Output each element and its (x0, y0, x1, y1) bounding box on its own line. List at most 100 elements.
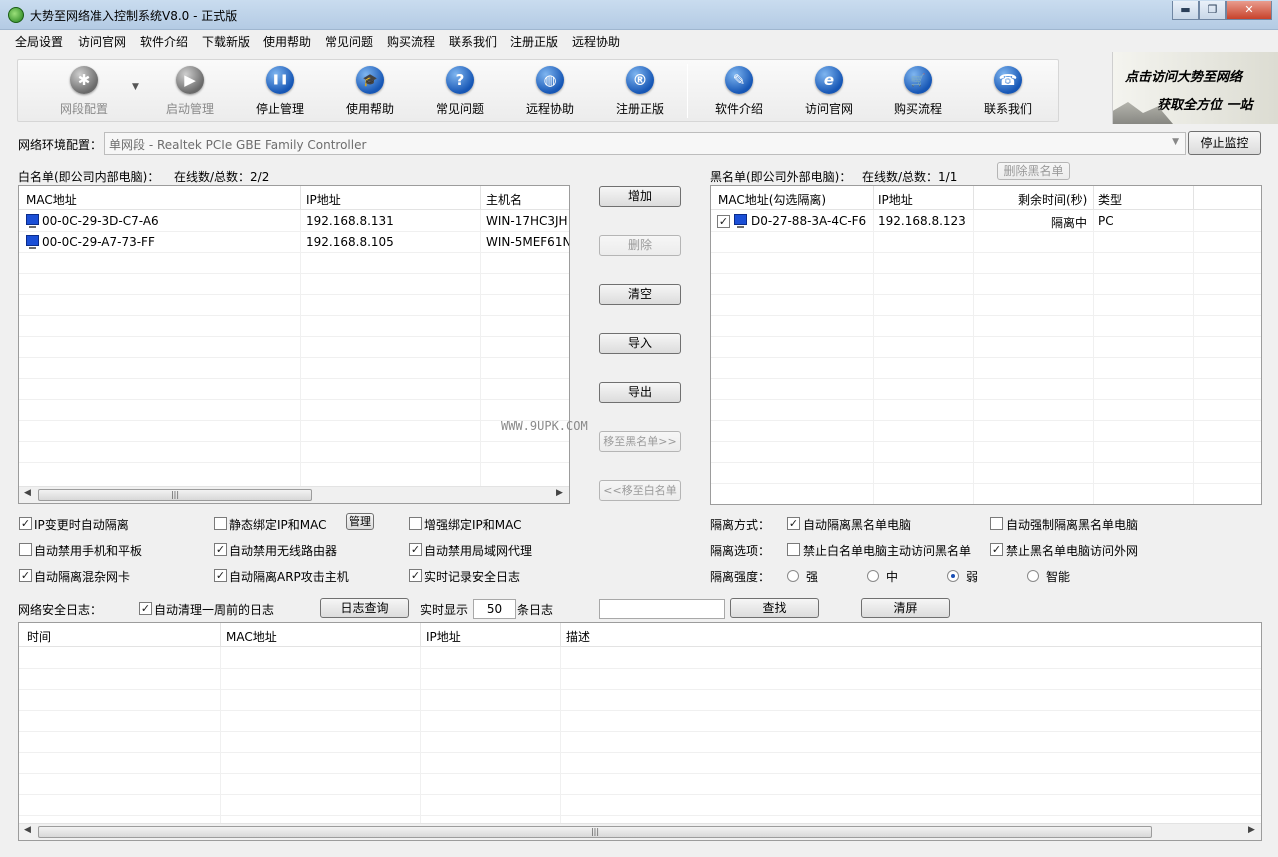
toolbar-faq[interactable]: ? 常见问题 (420, 64, 500, 120)
menu-register[interactable]: 注册正版 (510, 33, 558, 50)
strength-weak-radio[interactable] (947, 570, 959, 582)
delete-button[interactable]: 删除 (599, 235, 681, 256)
scroll-thumb[interactable]: ||| (38, 489, 312, 501)
menu-contact[interactable]: 联系我们 (449, 33, 497, 50)
security-log-label: 网络安全日志： (18, 603, 103, 617)
menu-purchase[interactable]: 购买流程 (387, 33, 435, 50)
delete-blacklist-button[interactable]: 删除黑名单 (997, 162, 1070, 180)
option-label: 自动禁用局域网代理 (424, 544, 533, 558)
blacklist-table[interactable]: MAC地址(勾选隔离) IP地址 剩余时间(秒) 类型 ✓ D0-27-88-3… (710, 185, 1262, 505)
auto-clean-log-checkbox[interactable]: ✓ (139, 602, 152, 615)
scroll-left-icon[interactable]: ◀ (24, 825, 31, 835)
ip-cell: 192.168.8.123 (878, 214, 966, 228)
menu-download[interactable]: 下载新版 (202, 33, 250, 50)
force-isolate-blacklist-checkbox[interactable] (990, 517, 1003, 530)
toolbar-purchase[interactable]: 🛒 购买流程 (878, 64, 958, 120)
minimize-button[interactable]: ▬ (1172, 1, 1199, 20)
scroll-right-icon[interactable]: ▶ (556, 488, 563, 498)
column-header[interactable]: MAC地址 (26, 191, 77, 208)
column-header[interactable]: IP地址 (426, 628, 461, 645)
menu-global-settings[interactable]: 全局设置 (15, 33, 63, 50)
import-button[interactable]: 导入 (599, 333, 681, 354)
isolate-promiscuous-checkbox[interactable]: ✓ (19, 569, 32, 582)
strength-smart-radio[interactable] (1027, 570, 1039, 582)
menu-help[interactable]: 使用帮助 (263, 33, 311, 50)
toolbar-stop-manage[interactable]: ❚❚ 停止管理 (240, 64, 320, 120)
ip-change-isolate-checkbox[interactable]: ✓ (19, 517, 32, 530)
column-header[interactable]: 时间 (27, 628, 51, 645)
toolbar-register[interactable]: ® 注册正版 (600, 64, 680, 120)
blacklist-header: MAC地址(勾选隔离) IP地址 剩余时间(秒) 类型 (711, 186, 1261, 210)
blacklist-title: 黑名单(即公司外部电脑)： (710, 170, 852, 184)
menu-remote-assist[interactable]: 远程协助 (572, 33, 620, 50)
realtime-suffix: 条日志 (517, 603, 554, 617)
whitelist-hscrollbar[interactable]: ◀ ||| ▶ (19, 486, 569, 503)
computer-icon (26, 214, 39, 228)
isolate-arp-attack-checkbox[interactable]: ✓ (214, 569, 227, 582)
network-config-select[interactable]: 单网段 - Realtek PCIe GBE Family Controller… (104, 132, 1186, 155)
phone-icon: ☎ (994, 66, 1022, 94)
toolbar-label: 停止管理 (255, 102, 304, 116)
auto-isolate-blacklist-checkbox[interactable]: ✓ (787, 517, 800, 530)
enhanced-bind-checkbox[interactable] (409, 517, 422, 530)
isolate-checkbox[interactable]: ✓ (717, 215, 730, 228)
manage-button[interactable]: 管理 (346, 513, 374, 530)
search-button[interactable]: 查找 (730, 598, 819, 618)
scroll-left-icon[interactable]: ◀ (24, 488, 31, 498)
column-header[interactable]: MAC地址(勾选隔离) (718, 191, 826, 208)
move-to-whitelist-button[interactable]: <<移至白名单 (599, 480, 681, 501)
option-label: IP变更时自动隔离 (34, 518, 129, 532)
chevron-down-icon[interactable]: ▼ (132, 82, 139, 92)
clear-button[interactable]: 清空 (599, 284, 681, 305)
close-button[interactable]: ✕ (1226, 1, 1272, 20)
log-table[interactable]: 时间 MAC地址 IP地址 描述 ◀ ||| ▶ (18, 622, 1262, 841)
block-mobile-checkbox[interactable] (19, 543, 32, 556)
isolation-strength-label: 隔离强度： (710, 570, 771, 584)
static-bind-checkbox[interactable] (214, 517, 227, 530)
realtime-log-checkbox[interactable]: ✓ (409, 569, 422, 582)
block-lan-proxy-checkbox[interactable]: ✓ (409, 543, 422, 556)
block-white-to-black-checkbox[interactable] (787, 543, 800, 556)
stop-monitor-button[interactable]: 停止监控 (1188, 131, 1261, 155)
blacklist-count: 在线数/总数：1/1 (862, 170, 958, 184)
move-to-blacklist-button[interactable]: 移至黑名单>> (599, 431, 681, 452)
toolbar-software-intro[interactable]: ✎ 软件介绍 (699, 64, 779, 120)
whitelist-table[interactable]: MAC地址 IP地址 主机名 00-0C-29-3D-C7-A6 192.168… (18, 185, 570, 504)
network-config-value: 单网段 - Realtek PCIe GBE Family Controller (109, 138, 367, 152)
strength-strong-radio[interactable] (787, 570, 799, 582)
log-hscrollbar[interactable]: ◀ ||| ▶ (19, 823, 1261, 840)
maximize-button[interactable]: ❐ (1199, 1, 1226, 20)
menu-faq[interactable]: 常见问题 (325, 33, 373, 50)
toolbar-help[interactable]: 🎓 使用帮助 (330, 64, 410, 120)
option-label: 强 (806, 570, 819, 584)
toolbar-visit-website[interactable]: e 访问官网 (789, 64, 869, 120)
menu-software-intro[interactable]: 软件介绍 (140, 33, 188, 50)
column-header[interactable]: 类型 (1098, 191, 1122, 208)
promo-banner[interactable]: 点击访问大势至网络 获取全方位 一站 (1112, 52, 1278, 124)
toolbar-remote-assist[interactable]: ◍ 远程协助 (510, 64, 590, 120)
option-label: 自动隔离黑名单电脑 (803, 518, 912, 532)
menu-visit-website[interactable]: 访问官网 (78, 33, 126, 50)
column-header[interactable]: IP地址 (878, 191, 913, 208)
column-header[interactable]: 描述 (566, 628, 590, 645)
column-header[interactable]: IP地址 (306, 191, 341, 208)
add-button[interactable]: 增加 (599, 186, 681, 207)
log-query-button[interactable]: 日志查询 (320, 598, 409, 618)
column-header[interactable]: MAC地址 (226, 628, 277, 645)
column-header[interactable]: 剩余时间(秒) (1018, 191, 1087, 208)
strength-medium-radio[interactable] (867, 570, 879, 582)
toolbar-network-config[interactable]: ✱ 网段配置 (44, 64, 124, 120)
block-black-internet-checkbox[interactable]: ✓ (990, 543, 1003, 556)
globe-icon: ◍ (536, 66, 564, 94)
toolbar-start-manage[interactable]: ▶ 启动管理 (150, 64, 230, 120)
scroll-thumb[interactable]: ||| (38, 826, 1152, 838)
clear-screen-button[interactable]: 清屏 (861, 598, 950, 618)
export-button[interactable]: 导出 (599, 382, 681, 403)
option-label: 智能 (1046, 570, 1071, 584)
realtime-count-input[interactable]: 50 (473, 599, 516, 619)
toolbar-contact[interactable]: ☎ 联系我们 (968, 64, 1048, 120)
scroll-right-icon[interactable]: ▶ (1248, 825, 1255, 835)
block-wireless-router-checkbox[interactable]: ✓ (214, 543, 227, 556)
search-input[interactable] (599, 599, 725, 619)
column-header[interactable]: 主机名 (486, 191, 522, 208)
